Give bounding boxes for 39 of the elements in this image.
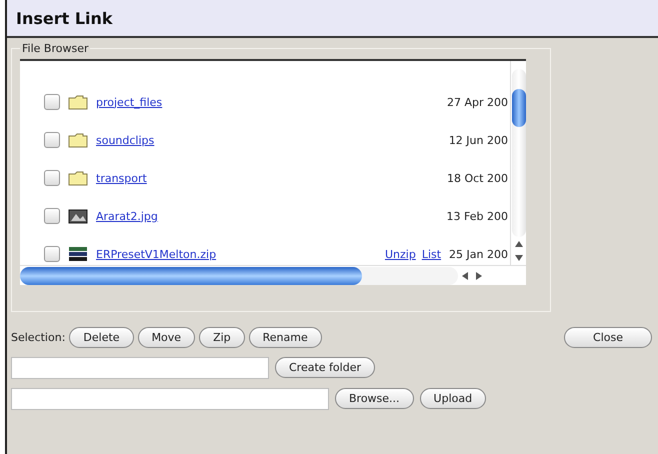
file-link[interactable]: Ararat2.jpg xyxy=(96,210,158,222)
file-action-link[interactable]: Unzip xyxy=(384,248,416,260)
horizontal-scrollbar[interactable] xyxy=(20,265,526,285)
file-date: 27 Apr 200 xyxy=(446,96,508,108)
selection-action-button[interactable]: Rename xyxy=(248,326,322,348)
checkbox[interactable] xyxy=(44,132,60,148)
checkbox[interactable] xyxy=(44,246,60,262)
file-action-link[interactable]: List xyxy=(422,248,442,260)
archive-icon xyxy=(68,246,88,262)
checkbox[interactable] xyxy=(44,208,60,224)
checkbox[interactable] xyxy=(44,170,60,186)
file-date: 25 Jan 200 xyxy=(449,248,508,260)
selection-label: Selection: xyxy=(11,330,66,344)
folder-icon xyxy=(68,94,88,110)
file-link[interactable]: transport xyxy=(96,172,147,184)
browse-button[interactable]: Browse... xyxy=(335,388,414,409)
selection-action-button[interactable]: Move xyxy=(138,326,196,348)
upload-button[interactable]: Upload xyxy=(420,388,486,409)
file-upload-field[interactable] xyxy=(11,388,329,410)
close-button[interactable]: Close xyxy=(564,326,652,348)
scroll-thumb[interactable] xyxy=(20,266,362,284)
selection-action-button[interactable]: Zip xyxy=(199,326,245,348)
selection-action-button[interactable]: Delete xyxy=(69,326,134,348)
image-thumbnail-icon xyxy=(68,208,88,224)
scroll-thumb[interactable] xyxy=(512,89,526,127)
folder-name-field[interactable] xyxy=(11,356,269,378)
file-date: 12 Jun 200 xyxy=(448,134,508,146)
create-folder-button[interactable]: Create folder xyxy=(275,357,375,378)
vertical-scrollbar[interactable] xyxy=(510,61,526,265)
panel-legend: File Browser xyxy=(20,42,90,55)
window-title: Insert Link xyxy=(7,0,658,38)
file-link[interactable]: soundclips xyxy=(96,134,154,146)
file-link[interactable]: project_files xyxy=(96,96,162,108)
file-link[interactable]: ERPresetV1Melton.zip xyxy=(96,248,216,260)
file-date: 18 Oct 200 xyxy=(446,172,508,184)
file-date: 13 Feb 200 xyxy=(446,210,508,222)
checkbox[interactable] xyxy=(44,94,60,110)
folder-icon xyxy=(68,170,88,186)
folder-icon xyxy=(68,132,88,148)
